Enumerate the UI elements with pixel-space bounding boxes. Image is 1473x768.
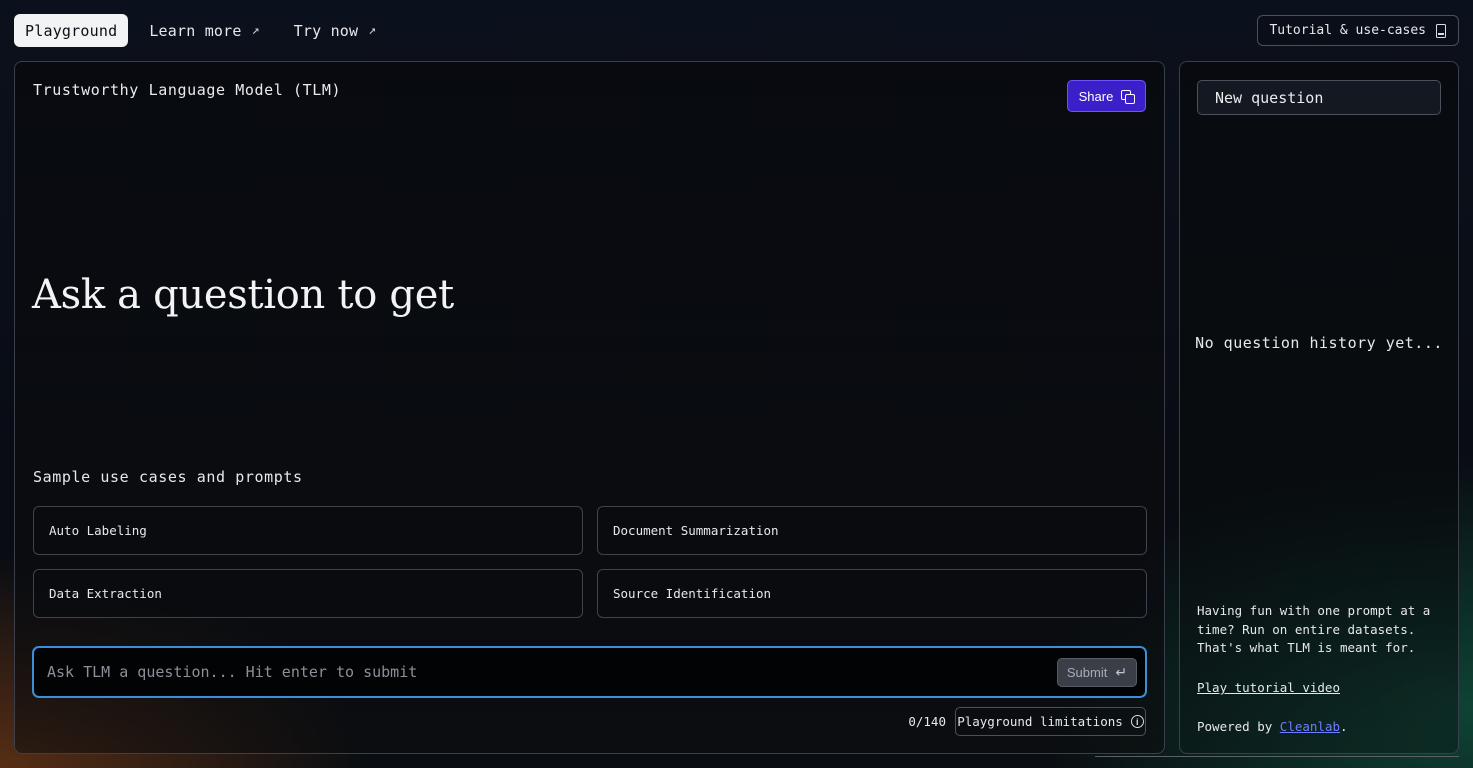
sample-source-identification[interactable]: Source Identification [597, 569, 1147, 618]
new-question-label: New question [1215, 88, 1324, 107]
sample-label: Document Summarization [613, 523, 779, 538]
promo-text: Having fun with one prompt at a time? Ru… [1197, 603, 1431, 655]
external-arrow-icon: ↗ [368, 23, 377, 38]
powered-prefix: Powered by [1197, 719, 1280, 734]
nav-learn-more-label: Learn more [149, 21, 242, 40]
submit-button[interactable]: Submit ↵ [1057, 657, 1137, 687]
play-tutorial-video-link[interactable]: Play tutorial video [1197, 680, 1340, 695]
share-button-label: Share [1078, 88, 1114, 104]
external-arrow-icon: ↗ [251, 23, 260, 38]
nav-playground-label: Playground [25, 21, 118, 40]
question-input-container: Submit ↵ [32, 646, 1147, 698]
tutorial-button-label: Tutorial & use-cases [1269, 23, 1426, 38]
new-question-button[interactable]: New question [1197, 80, 1441, 115]
limitations-label: Playground limitations [957, 714, 1123, 729]
main-panel: Trustworthy Language Model (TLM) Share A… [14, 61, 1165, 754]
sample-label: Data Extraction [49, 586, 162, 601]
sample-data-extraction[interactable]: Data Extraction [33, 569, 583, 618]
powered-by: Powered by Cleanlab. [1197, 719, 1348, 734]
sample-document-summarization[interactable]: Document Summarization [597, 506, 1147, 555]
playground-limitations-button[interactable]: Playground limitations i [955, 707, 1146, 736]
page-title: Trustworthy Language Model (TLM) [33, 81, 342, 99]
info-icon: i [1130, 715, 1144, 728]
nav-learn-more[interactable]: Learn more ↗ [136, 14, 272, 47]
nav-try-now-label: Try now [293, 21, 359, 40]
sample-auto-labeling[interactable]: Auto Labeling [33, 506, 583, 555]
book-icon [1436, 23, 1446, 38]
copy-icon [1121, 89, 1136, 104]
enter-icon: ↵ [1115, 663, 1128, 680]
question-input[interactable] [34, 648, 1057, 696]
powered-suffix: . [1340, 719, 1348, 734]
headline: Ask a question to get [32, 272, 454, 318]
top-nav: Playground Learn more ↗ Try now ↗ [14, 14, 389, 47]
tutorial-use-cases-button[interactable]: Tutorial & use-cases [1257, 15, 1459, 46]
history-sidebar: New question No question history yet... … [1179, 61, 1459, 754]
sample-label: Source Identification [613, 586, 772, 601]
samples-title: Sample use cases and prompts [33, 468, 303, 486]
nav-try-now[interactable]: Try now ↗ [281, 14, 390, 47]
empty-history-message: No question history yet... [1195, 334, 1443, 352]
cleanlab-link[interactable]: Cleanlab [1280, 719, 1340, 734]
character-count: 0/140 [908, 714, 946, 729]
sample-label: Auto Labeling [49, 523, 147, 538]
nav-playground[interactable]: Playground [14, 14, 129, 47]
divider [1095, 756, 1459, 757]
submit-button-label: Submit [1066, 664, 1108, 680]
share-button[interactable]: Share [1067, 80, 1146, 112]
